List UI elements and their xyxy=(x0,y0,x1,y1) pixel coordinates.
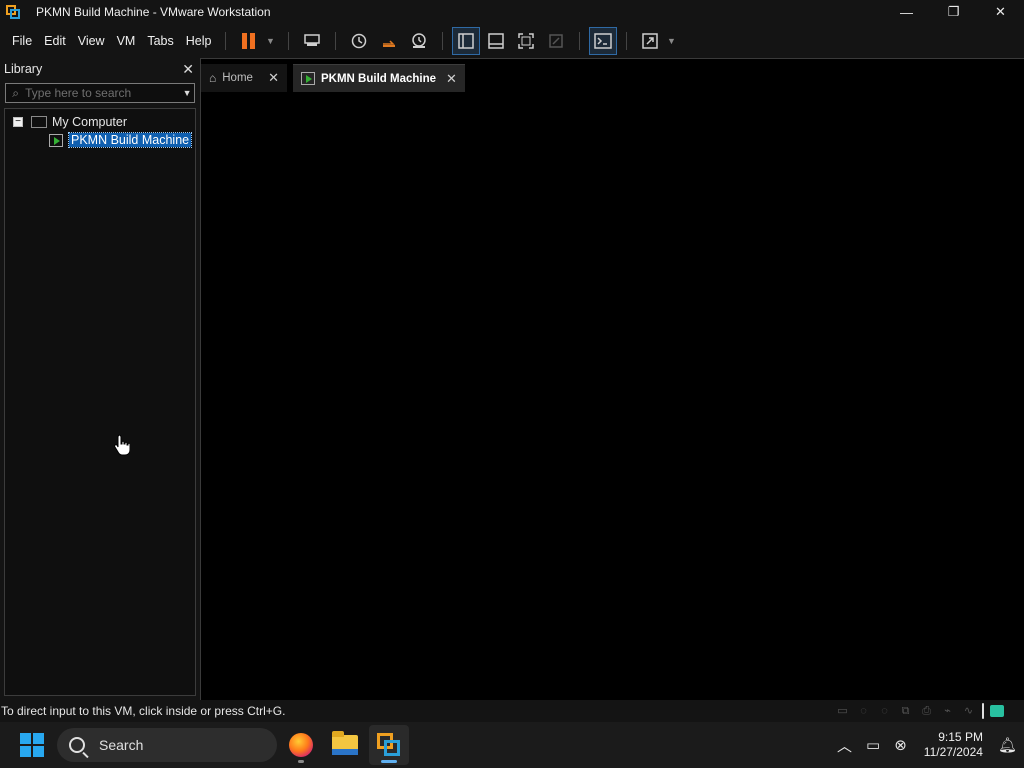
toolbar-separator xyxy=(335,32,337,50)
menu-tabs[interactable]: Tabs xyxy=(141,34,179,48)
home-icon: ⌂ xyxy=(209,71,217,85)
thumbnail-bar-icon[interactable] xyxy=(483,28,509,54)
stretch-dropdown-icon[interactable]: ▼ xyxy=(665,36,677,46)
tree-item-label: My Computer xyxy=(52,115,128,129)
usb-icon[interactable]: ⌁ xyxy=(940,704,955,718)
snapshot-manager-icon[interactable] xyxy=(406,28,432,54)
tab-bar: ⌂ Home ✕ PKMN Build Machine ✕ xyxy=(201,62,471,92)
show-library-icon[interactable] xyxy=(452,27,481,55)
running-indicator xyxy=(381,760,397,763)
taskbar-search-label: Search xyxy=(99,737,144,753)
tab-close-icon[interactable]: ✕ xyxy=(258,70,279,86)
stretch-guest-icon[interactable] xyxy=(637,28,663,54)
library-title: Library xyxy=(4,62,43,76)
window-controls: — ❐ ✕ xyxy=(883,0,1024,24)
computer-icon xyxy=(31,116,47,128)
vm-icon xyxy=(301,72,315,85)
device-status-icons: ▭ ◌ ◌ ⧉ ⎙ ⌁ ∿ xyxy=(835,703,1004,719)
taskbar-firefox[interactable] xyxy=(281,725,321,765)
taskbar-vmware[interactable] xyxy=(369,725,409,765)
windows-taskbar: Search ︿ ▭ ⊗ 9:15 PM 11/27/2024 🔔︎ xyxy=(0,722,1024,768)
taskbar-search[interactable]: Search xyxy=(57,728,277,762)
printer-icon[interactable]: ⎙ xyxy=(919,704,934,718)
clock[interactable]: 9:15 PM 11/27/2024 xyxy=(924,730,983,760)
start-button[interactable] xyxy=(20,733,44,757)
library-tree: − My Computer PKMN Build Machine xyxy=(4,108,196,696)
menu-file[interactable]: File xyxy=(6,34,38,48)
power-dropdown-icon[interactable]: ▼ xyxy=(264,36,276,46)
floppy-icon[interactable]: ◌ xyxy=(877,704,892,718)
send-ctrl-alt-del-icon[interactable] xyxy=(299,28,325,54)
toolbar-separator xyxy=(442,32,444,50)
message-log-icon[interactable] xyxy=(990,705,1004,717)
sound-card-icon[interactable]: ∿ xyxy=(961,704,976,718)
clock-date: 11/27/2024 xyxy=(923,745,983,759)
network-adapter-icon[interactable]: ⧉ xyxy=(898,704,913,718)
toolbar-separator xyxy=(225,32,227,50)
clock-time: 9:15 PM xyxy=(938,730,983,744)
tree-item-pkmn-build-machine[interactable]: PKMN Build Machine xyxy=(49,131,193,149)
vmware-app-icon xyxy=(4,3,22,21)
search-icon: ⌕ xyxy=(12,85,19,100)
notifications-icon[interactable]: 🔔︎ xyxy=(998,736,1017,754)
search-dropdown-icon[interactable]: ▼ xyxy=(180,88,194,98)
window-title: PKMN Build Machine - VMware Workstation xyxy=(36,5,271,19)
menu-help[interactable]: Help xyxy=(180,34,218,48)
tab-label: Home xyxy=(222,72,253,84)
menu-edit[interactable]: Edit xyxy=(38,34,72,48)
tab-label: PKMN Build Machine xyxy=(321,72,437,85)
system-tray: ︿ ▭ ⊗ 9:15 PM 11/27/2024 🔔︎ xyxy=(830,722,1024,768)
vm-console[interactable] xyxy=(200,58,1024,700)
search-icon xyxy=(69,737,85,753)
library-header: Library ✕ xyxy=(0,58,200,80)
menu-vm[interactable]: VM xyxy=(111,34,142,48)
console-view-icon[interactable] xyxy=(589,27,618,55)
vmware-icon xyxy=(377,733,401,757)
collapse-icon[interactable]: − xyxy=(13,117,23,127)
toolbar-separator xyxy=(288,32,290,50)
library-panel: Library ✕ ⌕ ▼ − My Computer PKMN Build M… xyxy=(0,58,200,700)
close-button[interactable]: ✕ xyxy=(977,0,1024,24)
library-search-input[interactable] xyxy=(25,86,181,100)
tree-item-label: PKMN Build Machine xyxy=(67,132,193,148)
toolbar-separator xyxy=(579,32,581,50)
tab-pkmn-build-machine[interactable]: PKMN Build Machine ✕ xyxy=(293,64,465,92)
cd-dvd-icon[interactable]: ◌ xyxy=(856,704,871,718)
pause-icon[interactable] xyxy=(236,28,262,54)
status-message: To direct input to this VM, click inside… xyxy=(1,704,286,718)
revert-snapshot-icon[interactable] xyxy=(376,28,402,54)
toolbar-separator xyxy=(626,32,628,50)
display-icon[interactable]: ▭ xyxy=(866,736,880,754)
full-screen-icon[interactable] xyxy=(513,28,539,54)
menu-toolbar: File Edit View VM Tabs Help ▼ ▼ xyxy=(0,24,1024,58)
hand-cursor-icon xyxy=(114,434,131,456)
library-search[interactable]: ⌕ ▼ xyxy=(5,83,195,103)
unity-icon[interactable] xyxy=(543,28,569,54)
taskbar-file-explorer[interactable] xyxy=(325,725,365,765)
firefox-icon xyxy=(289,733,313,757)
tab-close-icon[interactable]: ✕ xyxy=(436,71,457,87)
title-bar: PKMN Build Machine - VMware Workstation … xyxy=(0,0,1024,24)
network-icon[interactable]: ⊗ xyxy=(894,736,907,754)
running-indicator xyxy=(298,760,304,763)
status-bar: To direct input to this VM, click inside… xyxy=(0,700,1024,722)
restore-button[interactable]: ❐ xyxy=(930,0,977,24)
tab-home[interactable]: ⌂ Home ✕ xyxy=(201,64,287,92)
file-explorer-icon xyxy=(332,731,358,755)
status-divider xyxy=(982,703,984,719)
hard-disk-icon[interactable]: ▭ xyxy=(835,704,850,718)
minimize-button[interactable]: — xyxy=(883,0,930,24)
vm-icon xyxy=(49,133,63,147)
menu-view[interactable]: View xyxy=(72,34,111,48)
library-close-icon[interactable]: ✕ xyxy=(182,61,194,78)
snapshot-icon[interactable] xyxy=(346,28,372,54)
show-hidden-icons-icon[interactable]: ︿ xyxy=(837,735,852,756)
tree-item-my-computer[interactable]: − My Computer xyxy=(13,113,127,131)
